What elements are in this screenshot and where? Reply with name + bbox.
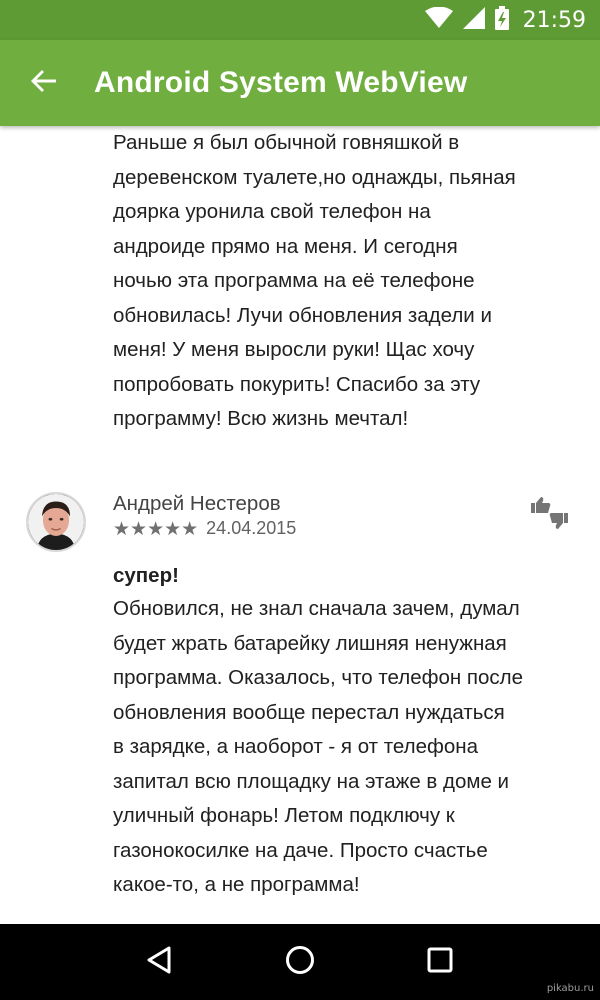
nav-home-button[interactable] [275, 937, 325, 987]
back-button[interactable] [0, 40, 88, 126]
wifi-icon [424, 6, 453, 34]
helpful-vote-button[interactable] [530, 496, 570, 530]
star-rating: ★★★★★ [113, 517, 199, 540]
nav-back-button[interactable] [135, 937, 185, 987]
navigation-bar: pikabu.ru [0, 924, 600, 1000]
battery-charging-icon [494, 5, 509, 35]
status-bar: 21:59 [0, 0, 600, 40]
review-date: 24.04.2015 [206, 518, 297, 538]
recents-square-icon [426, 946, 454, 979]
review-author: Андрей Нестеров [113, 492, 281, 515]
arrow-back-icon [30, 67, 58, 100]
reviews-list[interactable]: Раньше я был обычной говняшкой в деревен… [0, 126, 600, 924]
review-text: Раньше я был обычной говняшкой в деревен… [113, 131, 516, 430]
nav-recents-button[interactable] [415, 937, 465, 987]
watermark: pikabu.ru [546, 983, 594, 994]
rating-row: ★★★★★ 24.04.2015 [113, 518, 296, 539]
review-text: Обновился, не знал сначала зачем, думал … [113, 597, 523, 896]
avatar[interactable] [26, 492, 86, 552]
clock: 21:59 [522, 7, 586, 33]
app-title: Android System WebView [94, 66, 468, 99]
home-circle-icon [284, 944, 316, 981]
review-title: супер! [113, 564, 179, 587]
back-triangle-icon [145, 945, 175, 980]
thumbs-up-down-icon [530, 497, 570, 534]
app-bar: Android System WebView [0, 40, 600, 126]
signal-icon [462, 6, 485, 34]
status-icons [424, 5, 509, 35]
